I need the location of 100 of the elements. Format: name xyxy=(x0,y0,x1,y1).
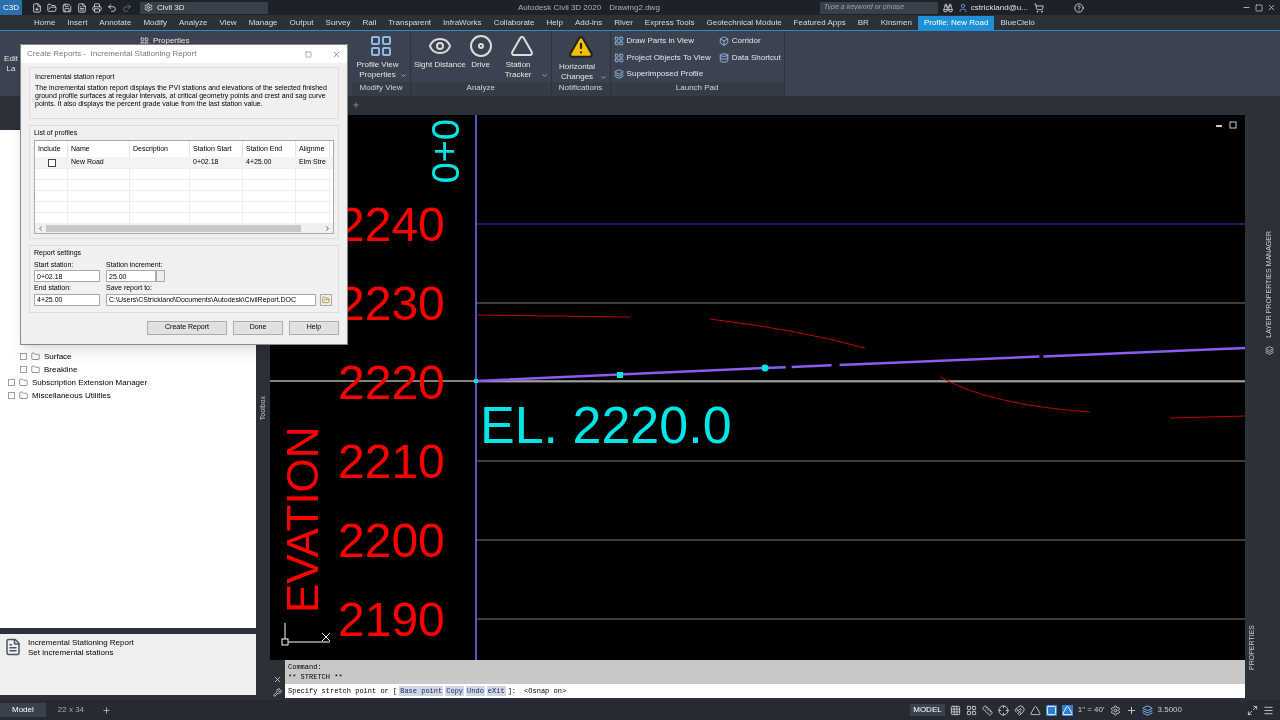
cart-icon[interactable] xyxy=(1033,2,1044,13)
ribbon-tab[interactable]: Annotate xyxy=(93,15,138,30)
grip-handle[interactable] xyxy=(474,379,478,383)
group-title: Analyze xyxy=(411,82,551,96)
ribbon-tab[interactable]: View xyxy=(213,15,243,30)
grid-icon xyxy=(613,52,624,63)
warning-icon xyxy=(567,34,594,60)
open-folder-icon[interactable] xyxy=(47,2,57,13)
elevation-label: 2210 xyxy=(338,435,445,488)
lineweight-value[interactable]: 3.5000 xyxy=(1157,704,1182,716)
triangle-icon[interactable] xyxy=(1061,704,1073,716)
ribbon-button[interactable]: Drive xyxy=(468,34,493,82)
scroll-left-icon[interactable] xyxy=(37,224,44,232)
ribbon-button[interactable]: Data Shortcut xyxy=(718,50,781,65)
disc-icon xyxy=(468,34,493,58)
ribbon-tab[interactable]: Collaborate xyxy=(487,15,541,30)
save-icon[interactable] xyxy=(62,2,72,13)
group-title: Modify View xyxy=(352,82,410,96)
ribbon-tab[interactable]: River xyxy=(608,15,639,30)
grid-icon[interactable] xyxy=(949,704,961,716)
close-icon[interactable] xyxy=(273,675,282,684)
wrench-icon[interactable] xyxy=(273,688,282,697)
ribbon-button[interactable]: Horizontal Changes xyxy=(554,34,607,82)
layers-icon[interactable] xyxy=(1265,345,1274,355)
tree-item[interactable]: Surface xyxy=(0,350,256,363)
ribbon-tab[interactable]: Output xyxy=(283,15,320,30)
viewport-controls[interactable] xyxy=(1216,121,1237,129)
cube-icon xyxy=(718,36,729,46)
include-checkbox[interactable] xyxy=(47,158,56,167)
ribbon-tab[interactable]: Featured Apps xyxy=(787,15,852,30)
close-icon[interactable] xyxy=(1267,3,1276,12)
tree-item[interactable]: Breakline xyxy=(0,363,256,376)
ribbon-button[interactable]: Corridor xyxy=(718,34,781,48)
ribbon-button[interactable]: Project Objects To View xyxy=(613,50,711,65)
ribbon-tab[interactable]: Add-ins xyxy=(569,15,609,30)
fullscreen-icon[interactable] xyxy=(1247,704,1258,716)
ribbon-tab[interactable]: Geotechnical Module xyxy=(700,15,788,30)
crosshair-icon[interactable] xyxy=(997,704,1009,716)
ribbon-tab[interactable]: BlueCielo xyxy=(994,15,1041,30)
report-icon xyxy=(4,638,22,656)
gear-icon[interactable] xyxy=(1109,704,1121,716)
workspace-dropdown[interactable]: Civil 3D xyxy=(140,1,268,14)
ribbon-tab[interactable]: InfraWorks xyxy=(437,15,488,30)
new-tab-icon[interactable] xyxy=(352,101,360,109)
folder-icon xyxy=(31,352,40,361)
elevation-label: 2200 xyxy=(338,514,445,567)
gear-icon xyxy=(144,3,153,12)
ribbon-tab[interactable]: Insert xyxy=(61,15,94,30)
annotation-scale[interactable]: 1" = 40' xyxy=(1077,704,1105,716)
grip-handle[interactable] xyxy=(761,364,769,372)
ribbon-tab[interactable]: Analyze xyxy=(172,15,214,30)
dialog-title: Create Reports - Incremental Stationing Report xyxy=(27,48,197,60)
ribbon-button[interactable]: Edit La xyxy=(0,31,22,96)
ribbon-button[interactable]: Station Tracker xyxy=(495,34,548,82)
undo-icon[interactable] xyxy=(107,2,117,13)
ribbon-tab[interactable]: Modify xyxy=(137,15,173,30)
ribbon-tab[interactable]: Home xyxy=(28,15,62,30)
menu-icon[interactable] xyxy=(1263,704,1274,716)
horizontal-scrollbar[interactable] xyxy=(35,223,333,233)
dots-icon[interactable] xyxy=(965,704,977,716)
user-name[interactable]: cstrickland@u... xyxy=(970,1,1028,14)
elevation-text: EL. 2220.0 xyxy=(480,396,732,454)
layout-tab[interactable]: Model xyxy=(0,703,46,717)
add-layout-icon[interactable] xyxy=(102,705,112,715)
grip-handle[interactable] xyxy=(617,372,623,378)
ribbon-button[interactable]: Sight Distance xyxy=(414,34,466,82)
tree-item[interactable]: Subscription Extension Manager xyxy=(0,376,256,389)
square-icon[interactable] xyxy=(1045,704,1057,716)
plus-icon[interactable] xyxy=(1125,704,1137,716)
binoculars-icon[interactable] xyxy=(942,2,953,13)
app-menu-button[interactable]: C3D xyxy=(0,0,22,15)
ribbon-tab[interactable]: Rail xyxy=(356,15,383,30)
ribbon-button[interactable]: Superimposed Profile xyxy=(613,67,711,82)
ribbon-button[interactable]: Profile View Properties xyxy=(355,34,407,82)
printer-icon[interactable] xyxy=(92,2,102,13)
ribbon-tab[interactable]: BR xyxy=(851,15,875,30)
ribbon-button[interactable]: Properties xyxy=(140,35,190,47)
layers-icon[interactable] xyxy=(1141,704,1153,716)
document-icon[interactable] xyxy=(77,2,87,13)
ribbon-button[interactable]: Draw Parts in View xyxy=(613,34,711,48)
user-icon xyxy=(957,2,968,13)
group-title: Notifications xyxy=(551,82,610,96)
help-icon[interactable] xyxy=(1073,2,1084,13)
new-file-icon[interactable] xyxy=(32,2,42,13)
ribbon-tab[interactable]: Manage xyxy=(242,15,284,30)
ribbon-tab[interactable]: Kinsmen xyxy=(874,15,918,30)
ribbon-tab[interactable]: Survey xyxy=(319,15,357,30)
layout-tab[interactable]: 22 x 34 xyxy=(45,703,97,717)
ucs-icon xyxy=(281,622,331,646)
elevation-label: 2190 xyxy=(338,593,445,646)
magnet-icon[interactable] xyxy=(1013,704,1025,716)
angle-icon[interactable] xyxy=(1029,704,1041,716)
tree-item[interactable]: Miscellaneous Utilities xyxy=(0,389,256,402)
elevation-label: 2220 xyxy=(338,356,445,409)
ribbon-tab[interactable]: Help xyxy=(540,15,569,30)
ribbon-tab[interactable]: Transparent xyxy=(382,15,438,30)
ribbon-tab[interactable]: Express Tools xyxy=(638,15,701,30)
model-space-button[interactable]: MODEL xyxy=(910,704,945,716)
scroll-right-icon[interactable] xyxy=(324,224,331,232)
ruler-icon[interactable] xyxy=(981,704,993,716)
